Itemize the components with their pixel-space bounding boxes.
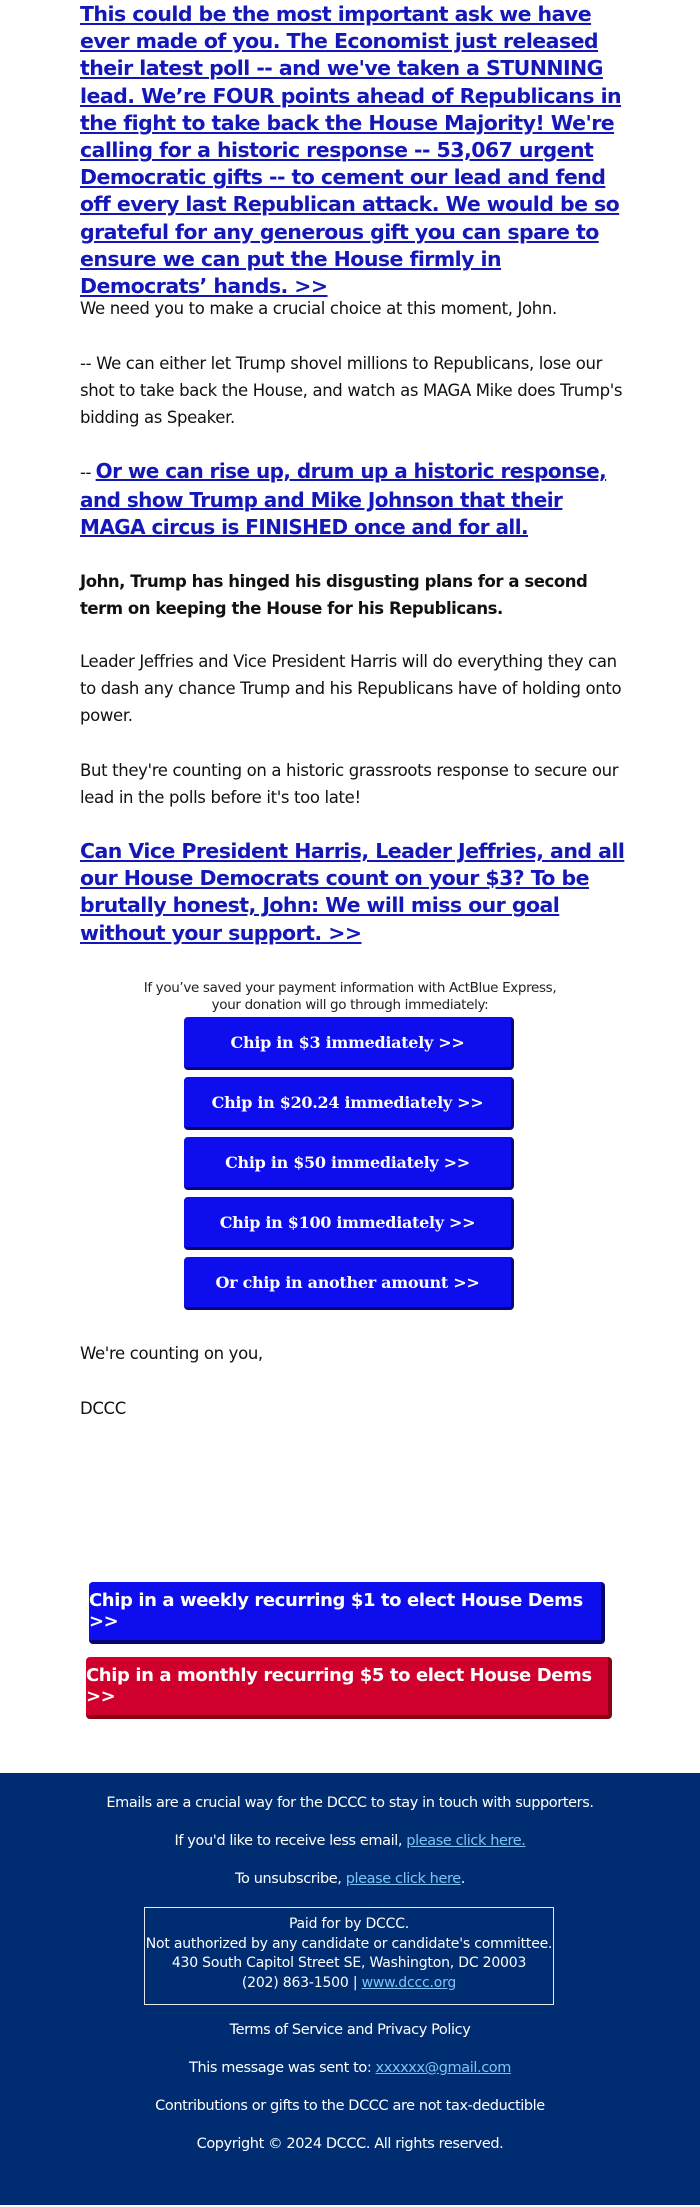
actblue-note-line-2: your donation will go through immediatel…	[211, 997, 489, 1013]
signoff: We're counting on you,	[80, 1344, 263, 1363]
sent-to-email-link[interactable]: xxxxxx@gmail.com	[376, 2060, 512, 2076]
unsubscribe-link[interactable]: please click here	[346, 1871, 461, 1887]
chip-in-other-amount-button[interactable]: Or chip in another amount >>	[184, 1257, 514, 1310]
phone: (202) 863-1500 |	[241, 1974, 362, 1991]
leaders-paragraph: Leader Jeffries and Vice President Harri…	[80, 652, 622, 725]
chip-in-100-button[interactable]: Chip in $100 immediately >>	[184, 1197, 514, 1250]
choice-b-prefix: --	[80, 463, 96, 482]
choice-intro: We need you to make a crucial choice at …	[80, 299, 557, 318]
ask-donate-link[interactable]: Can Vice President Harris, Leader Jeffri…	[80, 838, 625, 947]
choice-b-link[interactable]: Or we can rise up, drum up a historic re…	[80, 459, 607, 539]
footer: Emails are a crucial way for the DCCC to…	[0, 1773, 700, 2205]
monthly-recurring-button[interactable]: Chip in a monthly recurring $5 to elect …	[86, 1657, 612, 1719]
copyright: Copyright © 2024 DCCC. All rights reserv…	[196, 2136, 504, 2152]
paid-for: Paid for by DCCC.	[288, 1916, 410, 1932]
website-link[interactable]: www.dccc.org	[362, 1975, 457, 1991]
chip-in-50-button[interactable]: Chip in $50 immediately >>	[184, 1137, 514, 1190]
paid-for-box: Paid for by DCCC. Not authorized by any …	[144, 1907, 554, 2005]
tax-note: Contributions or gifts to the DCCC are n…	[155, 2098, 545, 2114]
lead-donate-link[interactable]: This could be the most important ask we …	[80, 1, 625, 300]
unsubscribe-line: To unsubscribe, please click here.	[0, 1871, 700, 1887]
address: 430 South Capitol Street SE, Washington,…	[171, 1955, 527, 1971]
actblue-express-note: If you’ve saved your payment information…	[0, 980, 700, 1014]
actblue-note-line-1: If you’ve saved your payment information…	[143, 980, 557, 996]
less-email-line: If you'd like to receive less email, ple…	[0, 1833, 700, 1849]
unsubscribe-suffix: .	[460, 1871, 466, 1887]
chip-in-20-24-button[interactable]: Chip in $20.24 immediately >>	[184, 1077, 514, 1130]
choice-a: -- We can either let Trump shovel millio…	[80, 354, 623, 427]
sent-to-prefix: This message was sent to:	[189, 2060, 376, 2076]
weekly-recurring-button[interactable]: Chip in a weekly recurring $1 to elect H…	[89, 1582, 605, 1644]
choice-b: -- Or we can rise up, drum up a historic…	[80, 458, 625, 542]
terms-privacy-link[interactable]: Terms of Service and Privacy Policy	[0, 2022, 700, 2038]
sent-to-line: This message was sent to: xxxxxx@gmail.c…	[0, 2060, 700, 2076]
not-authorized: Not authorized by any candidate or candi…	[145, 1935, 553, 1952]
less-email-prefix: If you'd like to receive less email,	[174, 1833, 407, 1849]
less-email-link[interactable]: please click here.	[406, 1833, 526, 1849]
unsubscribe-prefix: To unsubscribe,	[235, 1871, 346, 1887]
contact-line: (202) 863-1500 | www.dccc.org	[145, 1974, 553, 1994]
signature: DCCC	[80, 1399, 126, 1418]
counting-paragraph: But they're counting on a historic grass…	[80, 761, 619, 807]
emails-note: Emails are a crucial way for the DCCC to…	[106, 1795, 594, 1811]
chip-in-3-button[interactable]: Chip in $3 immediately >>	[184, 1017, 514, 1070]
bold-paragraph: John, Trump has hinged his disgusting pl…	[80, 572, 588, 618]
